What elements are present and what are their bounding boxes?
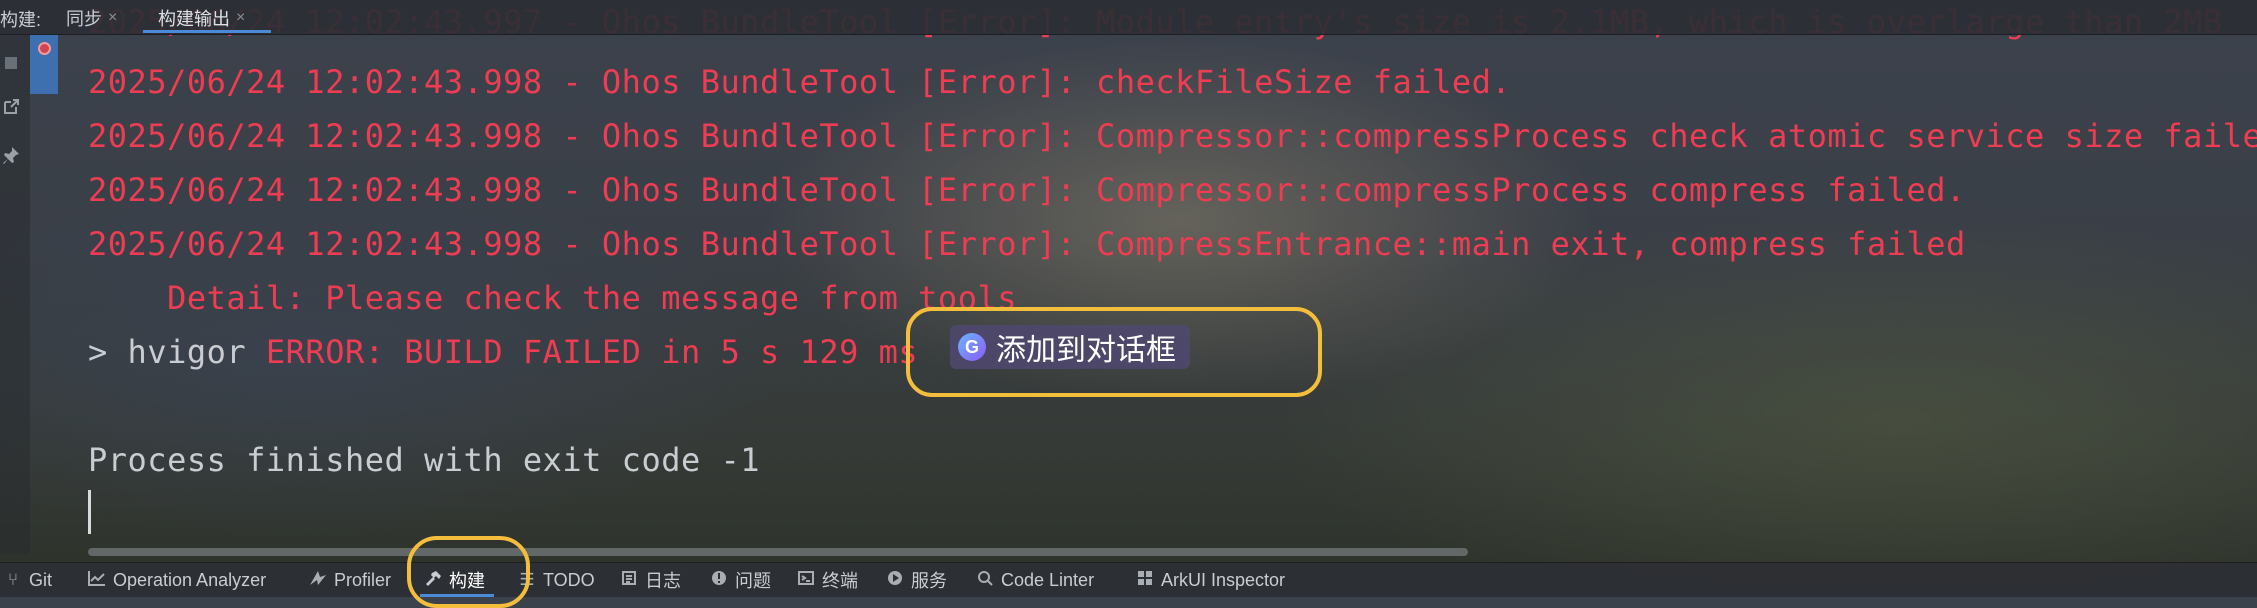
bottom-tab-label: Operation Analyzer [113,569,267,590]
bottom-tab-label: Profiler [334,569,392,590]
left-gutter [0,34,30,554]
open-external-icon[interactable] [0,96,22,118]
close-icon[interactable]: × [236,9,245,27]
tab-build-output-label: 构建输出 [158,9,230,29]
terminal-icon [797,570,815,591]
build-failed-message: ERROR: BUILD FAILED in 5 s 129 ms [265,333,919,371]
console-line: 2025/06/24 12:02:43.998 - Ohos BundleToo… [88,117,2257,155]
error-marker[interactable] [30,34,58,94]
horizontal-scrollbar[interactable] [88,548,1468,556]
close-icon[interactable]: × [108,9,117,27]
assistant-logo-icon: G [958,333,986,361]
console-line: 2025/06/24 12:02:43.998 - Ohos BundleToo… [88,63,1512,101]
active-tab-underline [143,30,271,33]
tab-build-output[interactable]: 构建输出 × [158,5,245,31]
bottom-tab-label: Git [29,569,53,590]
console-line: 2025/06/24 12:02:43.998 - Ohos BundleToo… [88,225,1966,263]
build-output-console[interactable]: 2025/06/24 12:02:43.997 - Ohos BundleToo… [88,0,2257,479]
bottom-tab-arkui-inspector[interactable]: ArkUI Inspector [1136,568,1285,592]
tab-sync[interactable]: 同步 × [66,5,117,31]
log-icon [620,570,638,591]
tab-sync-label: 同步 [66,9,102,29]
play-icon [886,570,904,591]
bottom-tab-label: TODO [543,569,595,590]
bottom-tab-problems[interactable]: 问题 [710,568,771,592]
bottom-tool-bar: ⑂ Git Operation Analyzer Profiler 构建 ☰ T… [0,562,2257,597]
bottom-tab-build[interactable]: 构建 [424,568,485,592]
bottom-tab-label: 服务 [911,571,947,591]
toolwindow-title: 构建: [0,10,42,30]
bottom-tab-code-linter[interactable]: Code Linter [976,568,1094,592]
hvigor-prefix: > hvigor [88,333,266,371]
chart-line-icon [88,570,106,591]
bottom-tab-git[interactable]: ⑂ Git [4,568,52,592]
add-to-dialog-label: 添加到对话框 [996,334,1176,367]
console-line: 2025/06/24 12:02:43.998 - Ohos BundleToo… [88,171,1966,209]
info-icon [710,570,728,591]
bottom-tab-todo[interactable]: ☰ TODO [518,568,595,592]
profiler-icon [309,570,327,591]
search-icon [976,570,994,591]
inspector-icon [1136,570,1154,591]
hammer-icon [424,570,442,591]
bottom-tab-label: 构建 [449,571,485,591]
list-icon: ☰ [519,570,535,589]
add-to-dialog-button[interactable]: G 添加到对话框 [950,325,1190,369]
bottom-tab-label: 终端 [822,571,858,591]
bottom-tab-services[interactable]: 服务 [886,568,947,592]
bottom-tab-label: 问题 [735,571,771,591]
bottom-tab-profiler[interactable]: Profiler [309,568,391,592]
bottom-tab-label: 日志 [645,571,681,591]
text-cursor [88,490,91,534]
process-exit-line: Process finished with exit code -1 [88,441,761,479]
bottom-tab-operation-analyzer[interactable]: Operation Analyzer [88,568,266,592]
pin-icon[interactable] [0,144,22,166]
error-dot-icon [38,42,51,55]
build-toolwindow-header: 构建: 同步 × 构建输出 × [0,0,2257,35]
bottom-tab-label: ArkUI Inspector [1161,569,1286,590]
git-branch-icon: ⑂ [7,570,19,589]
stop-icon[interactable] [0,52,22,74]
bottom-tab-terminal[interactable]: 终端 [797,568,858,592]
bottom-tab-label: Code Linter [1001,569,1095,590]
hvigor-result-line: > hvigor ERROR: BUILD FAILED in 5 s 129 … [88,332,918,372]
console-line: Detail: Please check the message from to… [88,279,1017,317]
bottom-tab-log[interactable]: 日志 [620,568,681,592]
